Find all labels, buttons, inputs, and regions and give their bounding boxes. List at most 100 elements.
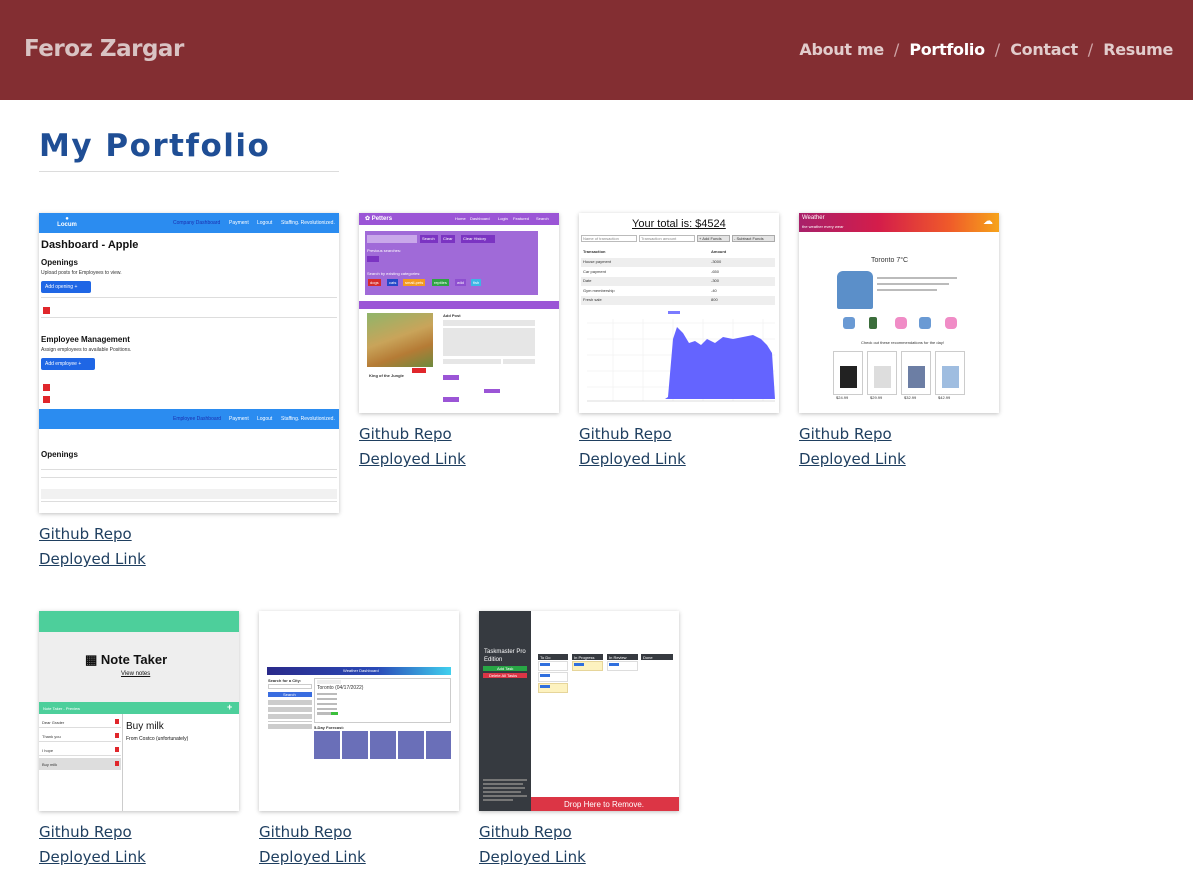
task-title: Taskmaster Pro Edition xyxy=(484,649,526,663)
trash-icon xyxy=(115,761,119,766)
wdash-current: Toronto (04/17/2022) xyxy=(317,685,364,691)
budget-row-amount: -40 xyxy=(711,288,717,293)
project-card-petters: ✿ Petters Home Dashboard Login Featured … xyxy=(359,213,559,472)
budget-name-input: Name of transaction xyxy=(583,236,619,241)
project-card-weather: Weather the weather every wear ☁ Toronto… xyxy=(799,213,999,472)
petters-caption: King of the Jungle xyxy=(369,373,404,378)
budget-col-transaction: Transaction xyxy=(583,249,606,254)
github-repo-link[interactable]: Github Repo xyxy=(799,422,999,447)
github-repo-link[interactable]: Github Repo xyxy=(579,422,779,447)
project-screenshot-weather[interactable]: Weather the weather every wear ☁ Toronto… xyxy=(799,213,999,413)
nav-contact[interactable]: Contact xyxy=(1010,40,1078,59)
budget-col-amount: Amount xyxy=(711,249,727,254)
note-bar-title: Note Taker - Preview xyxy=(43,706,81,711)
deployed-link[interactable]: Deployed Link xyxy=(39,845,239,870)
locum-openings: Openings xyxy=(41,258,78,267)
petters-search-btn: Search xyxy=(422,236,435,241)
paw-icon: ✿ xyxy=(365,216,371,222)
petters-nav-dashboard: Dashboard xyxy=(470,216,490,221)
github-repo-link[interactable]: Github Repo xyxy=(39,820,239,845)
note-taker-title: ▦ Note Taker xyxy=(85,652,167,668)
weather-city-line: Toronto 7°C xyxy=(871,257,908,264)
project-links: Github Repo Deployed Link xyxy=(39,522,339,572)
locum-nav-dashboard: Company Dashboard xyxy=(173,220,221,226)
deployed-link[interactable]: Deployed Link xyxy=(359,447,559,472)
project-links: Github Repo Deployed Link xyxy=(39,820,239,870)
locum-openings-sub: Upload posts for Employees to view. xyxy=(41,270,122,276)
title-divider xyxy=(39,171,339,172)
project-screenshot-taskmaster[interactable]: Taskmaster Pro Edition Add Task Delete A… xyxy=(479,611,679,811)
deployed-link[interactable]: Deployed Link xyxy=(259,845,459,870)
petters-clear-btn: Clear xyxy=(443,236,453,241)
wdash-forecast: 5-Day Forecast: xyxy=(314,725,345,730)
weather-city: Toronto xyxy=(871,257,895,264)
locum-nav-tagline: Staffing. Revolutionized. xyxy=(281,220,335,226)
petters-logo-text: Petters xyxy=(371,216,393,222)
nav-portfolio[interactable]: Portfolio xyxy=(909,40,985,59)
project-screenshot-budget[interactable]: Your total is: $4524 Name of transaction… xyxy=(579,213,779,413)
task-col: Done xyxy=(643,655,653,660)
locum-employee-sub: Assign employees to available Positions. xyxy=(41,347,132,353)
petters-nav-featured: Featured xyxy=(513,216,530,221)
github-repo-link[interactable]: Github Repo xyxy=(39,522,339,547)
budget-row-name: Date xyxy=(583,278,592,283)
budget-total: Your total is: $4524 xyxy=(632,218,726,230)
deployed-link[interactable]: Deployed Link xyxy=(479,845,679,870)
plus-icon: + xyxy=(227,702,233,712)
project-links: Github Repo Deployed Link xyxy=(359,422,559,472)
locum-add-employee-button: Add employee + xyxy=(45,361,82,367)
task-col: In Progress xyxy=(574,655,595,660)
project-screenshot-weather-dashboard[interactable]: Weather Dashboard Search for a City: Sea… xyxy=(259,611,459,811)
budget-row-name: Car payment xyxy=(583,269,606,274)
locum-nav2-payment: Payment xyxy=(229,416,249,422)
github-repo-link[interactable]: Github Repo xyxy=(359,422,559,447)
budget-row-amount: -3000 xyxy=(711,259,722,264)
petters-tag-dogs: dogs xyxy=(368,279,381,286)
budget-area-chart xyxy=(587,311,775,402)
note-item: Buy milk xyxy=(42,762,58,767)
task-col: To Do xyxy=(540,655,551,660)
budget-row-amount: -650 xyxy=(711,269,720,274)
locum-nav-payment: Payment xyxy=(229,220,249,226)
weather-price: $24.99 xyxy=(836,395,849,400)
petters-tag-reptiles: reptiles xyxy=(432,279,449,286)
weather-title: Weather xyxy=(802,215,825,221)
budget-row-amount: -300 xyxy=(711,278,720,283)
locum-nav2-dashboard: Employee Dashboard xyxy=(173,416,222,422)
github-repo-link[interactable]: Github Repo xyxy=(479,820,679,845)
note-view-link: View notes xyxy=(121,671,151,677)
wdash-search-label: Search for a City: xyxy=(268,678,302,683)
trash-icon xyxy=(115,733,119,738)
project-links: Github Repo Deployed Link xyxy=(579,422,779,472)
main-nav: About me / Portfolio / Contact / Resume xyxy=(799,40,1173,59)
deployed-link[interactable]: Deployed Link xyxy=(39,547,339,572)
note-item: Thank you xyxy=(42,734,61,739)
petters-logo: ✿ Petters xyxy=(365,215,392,222)
budget-row-name: House payment xyxy=(583,259,612,264)
weather-subtitle: the weather every wear xyxy=(802,224,844,229)
petters-history-btn: Clear History xyxy=(463,236,487,241)
nav-separator: / xyxy=(893,40,900,59)
project-screenshot-note-taker[interactable]: ▦ Note Taker View notes Note Taker - Pre… xyxy=(39,611,239,811)
petters-nav-search: Search xyxy=(536,216,549,221)
cloud-icon: ☁ xyxy=(983,216,993,227)
notebook-icon: ▦ xyxy=(85,652,98,667)
petters-nav-home: Home xyxy=(455,216,466,221)
project-screenshot-locum[interactable]: ● Locum Company Dashboard Payment Logout … xyxy=(39,213,339,513)
weather-price: $32.99 xyxy=(904,395,917,400)
brand-name[interactable]: Feroz Zargar xyxy=(24,36,184,62)
nav-about-me[interactable]: About me xyxy=(799,40,884,59)
nav-resume[interactable]: Resume xyxy=(1103,40,1173,59)
project-card-taskmaster: Taskmaster Pro Edition Add Task Delete A… xyxy=(479,611,679,870)
deployed-link[interactable]: Deployed Link xyxy=(579,447,779,472)
note-active-text: From Costco (unfortunately) xyxy=(126,736,189,742)
petters-prev-label: Previous searches: xyxy=(367,248,402,253)
project-screenshot-petters[interactable]: ✿ Petters Home Dashboard Login Featured … xyxy=(359,213,559,413)
budget-row-amount: 800 xyxy=(711,297,718,302)
note-item: Dear Grader xyxy=(42,720,65,725)
deployed-link[interactable]: Deployed Link xyxy=(799,447,999,472)
project-card-note-taker: ▦ Note Taker View notes Note Taker - Pre… xyxy=(39,611,239,870)
locum-add-opening-button: Add opening + xyxy=(45,284,78,290)
github-repo-link[interactable]: Github Repo xyxy=(259,820,459,845)
trash-icon xyxy=(115,719,119,724)
